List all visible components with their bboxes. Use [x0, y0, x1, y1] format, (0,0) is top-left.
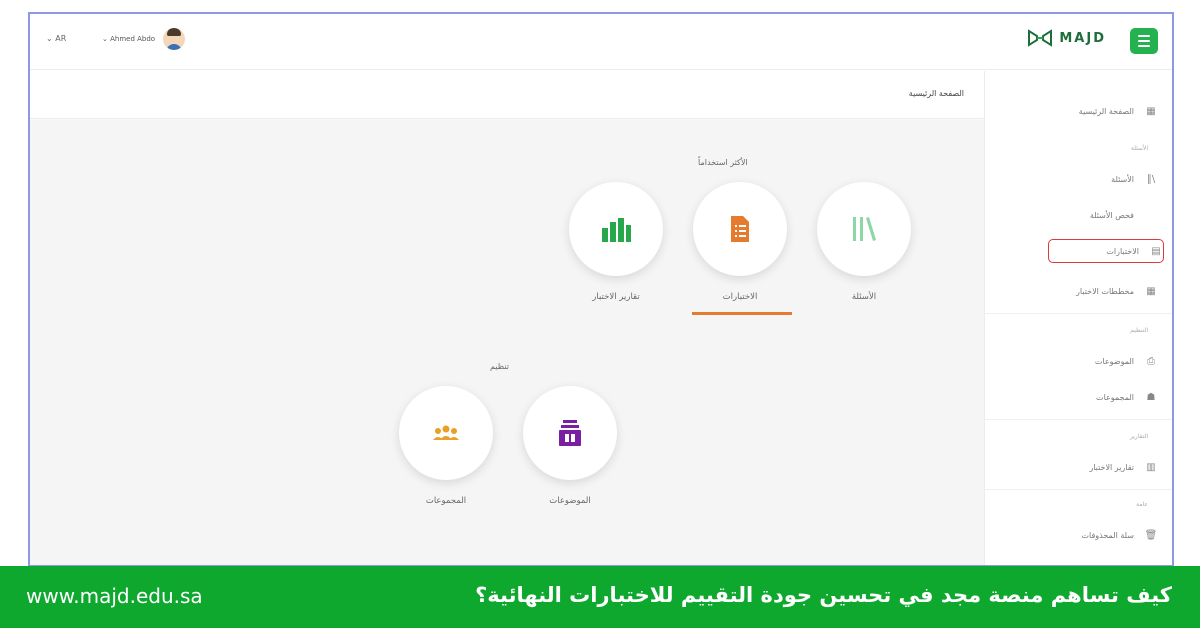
sidebar-item-label: الموضوعات	[1094, 356, 1134, 366]
divider	[984, 313, 1172, 314]
dashboard-icon: ▦	[1146, 105, 1156, 117]
bar-chart-icon: ▥	[1146, 461, 1156, 473]
logo-text: MAJD	[1059, 30, 1106, 46]
organize-title: تنظيم	[490, 362, 509, 371]
tile-topics-label: الموضوعات	[549, 496, 591, 506]
topics-icon	[559, 420, 581, 446]
sidebar-item-topics[interactable]: الموضوعات ⎙	[1008, 349, 1158, 373]
menu-toggle-button[interactable]	[1130, 28, 1158, 54]
footer-banner: www.majd.edu.sa كيف تساهم منصة مجد في تح…	[0, 566, 1200, 628]
sidebar-item-home[interactable]: الصفحة الرئيسية ▦	[1008, 99, 1158, 123]
document-icon: ▤	[1151, 245, 1161, 257]
tile-groups-label: المجموعات	[425, 496, 467, 506]
user-name: ⌄ Ahmed Abdo	[102, 35, 156, 43]
avatar[interactable]	[163, 28, 186, 50]
sidebar-item-label: المجموعات	[1096, 392, 1134, 402]
sidebar-item-test-reports[interactable]: تقارير الاختبار ▥	[1008, 455, 1158, 479]
sidebar-item-tests[interactable]: الاختبارات ▤	[1048, 239, 1164, 263]
sidebar-item-label: الأسئلة	[1111, 174, 1134, 184]
sidebar: الصفحة الرئيسية ▦ الأسئلة الأسئلة ∥\ فحص…	[984, 71, 1172, 565]
tile-questions-label: الأسئلة	[851, 292, 877, 302]
topics-icon: ⎙	[1147, 355, 1155, 367]
app-window: ⌄ AR ⌄ Ahmed Abdo MAJD الصفحة الرئيسية ا…	[28, 12, 1174, 567]
tile-tests-circle[interactable]	[693, 182, 787, 276]
sidebar-item-question-review[interactable]: فحص الأسئلة	[1008, 203, 1158, 227]
sidebar-section-general: عامة	[1136, 501, 1148, 508]
top-bar: ⌄ AR ⌄ Ahmed Abdo MAJD	[30, 14, 1172, 70]
books-icon: ∥\	[1146, 173, 1156, 185]
tile-topics[interactable]: الموضوعات	[522, 386, 618, 506]
sidebar-item-label: تقارير الاختبار	[1089, 462, 1134, 472]
sidebar-item-label: مخططات الاختبار	[1076, 286, 1134, 296]
breadcrumb-current: الصفحة الرئيسية	[908, 89, 964, 98]
tile-tests[interactable]: الاختبارات	[692, 182, 792, 315]
breadcrumb: الصفحة الرئيسية	[30, 71, 986, 119]
divider	[984, 489, 1172, 490]
sidebar-item-label: الاختبارات	[1106, 246, 1139, 256]
sidebar-item-label: فحص الأسئلة	[1089, 210, 1134, 220]
sidebar-item-label: الصفحة الرئيسية	[1078, 106, 1134, 116]
tile-questions[interactable]: الأسئلة	[816, 182, 912, 302]
sidebar-section-reports: التقارير	[1129, 433, 1148, 440]
document-icon	[731, 216, 749, 242]
language-label: AR	[55, 34, 67, 43]
tile-topics-circle[interactable]	[523, 386, 617, 480]
group-icon: ☗	[1146, 391, 1156, 403]
tile-questions-circle[interactable]	[817, 182, 911, 276]
sidebar-item-trash[interactable]: سلة المحذوفات 🗑	[1008, 523, 1158, 547]
language-selector[interactable]: ⌄ AR	[46, 34, 66, 43]
sidebar-section-organize: التنظيم	[1130, 327, 1148, 334]
trash-icon: 🗑	[1144, 529, 1158, 541]
majd-logo-icon	[1028, 29, 1053, 47]
main-content: الأكثر استخداماً تقارير الاختبار الاختبا…	[30, 120, 986, 565]
user-menu[interactable]: ⌄ Ahmed Abdo	[102, 28, 186, 50]
website-url[interactable]: www.majd.edu.sa	[26, 584, 203, 608]
sidebar-item-groups[interactable]: المجموعات ☗	[1008, 385, 1158, 409]
tile-test-reports-label: تقارير الاختبار	[592, 292, 640, 302]
bar-chart-icon	[602, 218, 631, 242]
tile-test-reports[interactable]: تقارير الاختبار	[568, 182, 664, 302]
sidebar-item-questions[interactable]: الأسئلة ∥\	[1008, 167, 1158, 191]
sidebar-item-label: سلة المحذوفات	[1081, 530, 1135, 540]
table-icon: ▦	[1146, 285, 1156, 297]
tile-groups[interactable]: المجموعات	[398, 386, 494, 506]
sidebar-section-questions: الأسئلة	[1130, 145, 1148, 152]
group-icon	[433, 425, 459, 440]
logo[interactable]: MAJD	[1027, 29, 1106, 47]
banner-title: كيف تساهم منصة مجد في تحسين جودة التقييم…	[475, 583, 1172, 607]
most-used-title: الأكثر استخداماً	[698, 158, 748, 167]
sidebar-item-test-blueprints[interactable]: مخططات الاختبار ▦	[1008, 279, 1158, 303]
tile-tests-label: الاختبارات	[722, 292, 758, 302]
selected-underline	[692, 312, 792, 315]
divider	[984, 419, 1172, 420]
books-icon	[853, 217, 876, 241]
tile-test-reports-circle[interactable]	[569, 182, 663, 276]
tile-groups-circle[interactable]	[399, 386, 493, 480]
